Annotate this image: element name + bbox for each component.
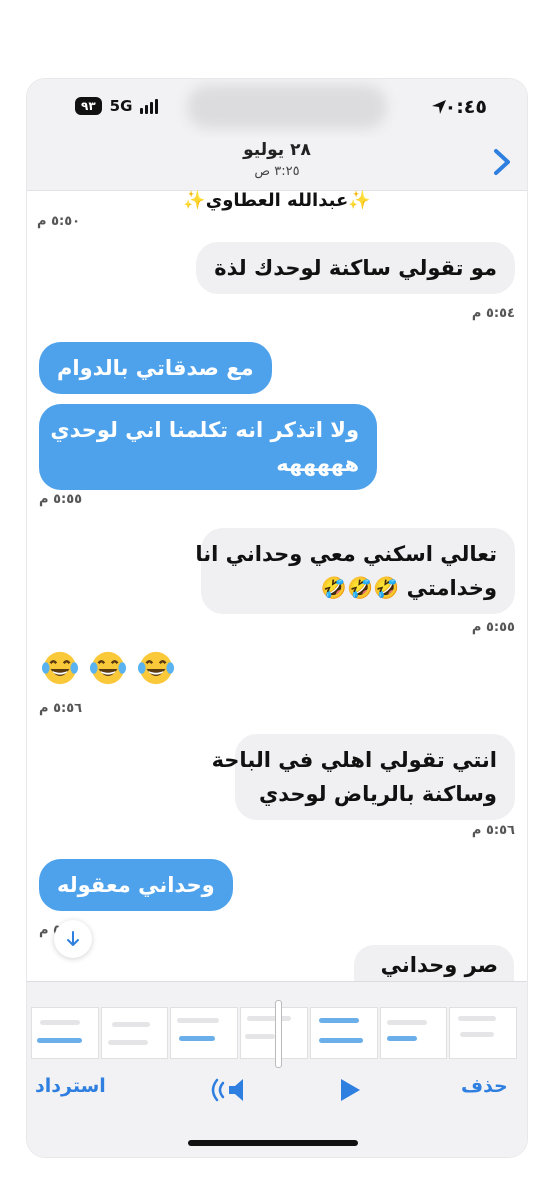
mute-icon[interactable]: [209, 1077, 249, 1107]
network-type: 5G: [109, 97, 133, 115]
message-timestamp: ٥:٥٦ م: [39, 701, 83, 716]
message-bubble-sent[interactable]: وحداني معقوله: [39, 859, 233, 911]
message-text-line2: وخدامتي 🤣🤣🤣: [320, 576, 497, 600]
contact-name: ✨عبدالله العطاوي✨: [183, 190, 371, 211]
message-timestamp: ٥:٥٥ م: [39, 492, 83, 507]
frame-scrubber[interactable]: [31, 1007, 518, 1059]
laughing-tears-emoji-icon: [137, 651, 175, 685]
frame-thumbnail: [31, 1007, 99, 1059]
restore-button[interactable]: استرداد: [35, 1075, 106, 1097]
message-timestamp: ٥:٥٦ م: [471, 823, 515, 838]
message-text-partial: صر وحداني: [380, 953, 498, 977]
message-bubble-sent[interactable]: ولا اتذكر انه تكلمنا اني لوحدي هههههه: [39, 404, 377, 490]
header-date: ٢٨ يوليو: [243, 140, 311, 160]
message-bubble-sent[interactable]: مع صدقاتي بالدوام: [39, 342, 272, 394]
phone-screen: ٩٣ 5G ٠:٤٥ ٢٨ يوليو ٣:٢٥ ص ✨عبدالله العط…: [27, 79, 527, 1157]
home-indicator: [188, 1140, 358, 1146]
message-text-line2: هههههه: [276, 452, 359, 476]
message-bubble-partial: صر وحداني: [354, 945, 514, 985]
video-editor-panel: حذف استرداد: [27, 981, 527, 1157]
dynamic-island: [187, 85, 387, 129]
message-text: ولا اتذكر انه تكلمنا اني لوحدي: [50, 418, 359, 442]
status-indicators: ٩٣ 5G: [75, 97, 159, 115]
play-icon[interactable]: [338, 1077, 362, 1107]
message-bubble-received[interactable]: تعالي اسكني معي وحداني انا وخدامتي 🤣🤣🤣: [195, 528, 515, 614]
chat-header: ٢٨ يوليو ٣:٢٥ ص: [27, 137, 527, 191]
header-time: ٣:٢٥ ص: [254, 164, 300, 179]
back-chevron-icon[interactable]: [491, 147, 513, 177]
battery-indicator: ٩٣: [75, 97, 102, 115]
laughing-tears-emoji-icon: [41, 651, 79, 685]
status-time: ٠:٤٥: [444, 96, 487, 118]
message-timestamp: ٥:٥٤ م: [471, 306, 515, 321]
playhead-handle[interactable]: [275, 1000, 282, 1068]
message-timestamp: ٥:٥٥ م: [471, 620, 515, 635]
frame-thumbnail: [309, 1007, 378, 1059]
status-bar: ٩٣ 5G ٠:٤٥: [27, 79, 527, 137]
timestamp-cut: ٥:٥٠ م: [37, 214, 81, 229]
message-bubble-received[interactable]: مو تقولي ساكنة لوحدك لذة: [196, 242, 515, 294]
message-text-line2: وساكنة بالرياض لوحدي: [258, 782, 497, 806]
delete-button[interactable]: حذف: [461, 1075, 508, 1097]
frame-thumbnail: [100, 1007, 169, 1059]
scroll-down-icon: [67, 931, 79, 946]
message-text: مو تقولي ساكنة لوحدك لذة: [214, 256, 497, 280]
frame-thumbnail: [170, 1007, 239, 1059]
frame-thumbnail: [379, 1007, 448, 1059]
frame-thumbnail: [449, 1007, 518, 1059]
message-text: مع صدقاتي بالدوام: [57, 356, 254, 380]
message-text: وحداني معقوله: [57, 873, 215, 897]
message-text: انتي تقولي اهلي في الباحة: [211, 748, 497, 772]
signal-bars-icon: [140, 98, 159, 114]
scroll-down-button[interactable]: [54, 920, 92, 958]
message-text: تعالي اسكني معي وحداني انا: [195, 542, 497, 566]
emoji-message[interactable]: [41, 649, 175, 687]
laughing-tears-emoji-icon: [89, 651, 127, 685]
message-bubble-received[interactable]: انتي تقولي اهلي في الباحة وساكنة بالرياض…: [211, 734, 515, 820]
